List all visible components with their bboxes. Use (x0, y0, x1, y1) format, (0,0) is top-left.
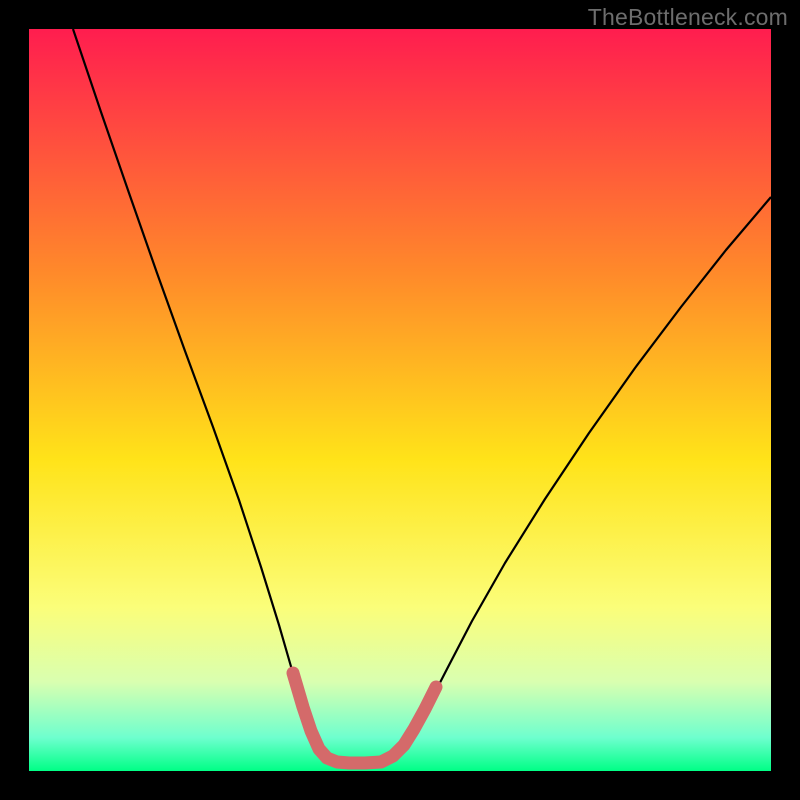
chart-background (29, 29, 771, 771)
chart-frame: TheBottleneck.com (0, 0, 800, 800)
watermark-text: TheBottleneck.com (588, 4, 788, 31)
plot-area (29, 29, 771, 771)
chart-svg (29, 29, 771, 771)
